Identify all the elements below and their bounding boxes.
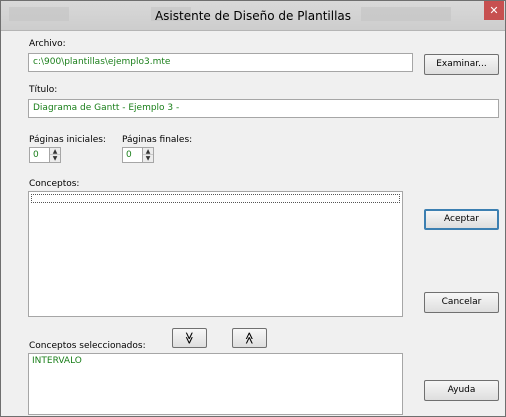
list-item[interactable]: INTERVALO — [29, 354, 402, 368]
aceptar-button[interactable]: Aceptar — [424, 209, 499, 230]
titulo-field[interactable]: Diagrama de Gantt - Ejemplo 3 - — [28, 99, 499, 118]
template-wizard-dialog: Asistente de Diseño de Plantillas ✕ Arch… — [0, 0, 506, 417]
window-title: Asistente de Diseño de Plantillas — [154, 9, 352, 23]
move-down-button[interactable]: ≫ — [172, 328, 207, 348]
paginas-iniciales-stepper[interactable]: 0 ▲ ▼ — [29, 147, 61, 163]
focus-rect — [31, 194, 400, 203]
archivo-field[interactable]: c:\900\plantillas\ejemplo3.mte — [28, 53, 413, 72]
cancelar-button[interactable]: Cancelar — [424, 292, 499, 313]
archivo-label: Archivo: — [29, 39, 66, 49]
ayuda-button[interactable]: Ayuda — [424, 380, 499, 401]
stepper-down-icon[interactable]: ▼ — [143, 155, 153, 162]
move-up-button[interactable]: ≪ — [232, 328, 267, 348]
titulo-label: Título: — [29, 85, 58, 95]
stepper-down-icon[interactable]: ▼ — [50, 155, 60, 162]
title-bar[interactable]: Asistente de Diseño de Plantillas ✕ — [1, 1, 505, 31]
stepper-up-icon[interactable]: ▲ — [143, 148, 153, 155]
conceptos-label: Conceptos: — [29, 179, 80, 189]
paginas-iniciales-label: Páginas iniciales: — [29, 135, 106, 145]
paginas-finales-value: 0 — [126, 150, 132, 160]
paginas-iniciales-value: 0 — [33, 150, 39, 160]
examinar-button[interactable]: Examinar... — [424, 54, 499, 75]
paginas-finales-stepper[interactable]: 0 ▲ ▼ — [122, 147, 154, 163]
conceptos-seleccionados-list[interactable]: INTERVALO — [28, 353, 403, 415]
stepper-arrows[interactable]: ▲ ▼ — [142, 148, 153, 162]
stepper-up-icon[interactable]: ▲ — [50, 148, 60, 155]
close-button[interactable]: ✕ — [484, 1, 504, 20]
conceptos-list[interactable] — [28, 191, 403, 317]
stepper-arrows[interactable]: ▲ ▼ — [49, 148, 60, 162]
paginas-finales-label: Páginas finales: — [122, 135, 193, 145]
double-chevron-down-icon: ≫ — [182, 331, 197, 345]
double-chevron-up-icon: ≪ — [242, 331, 257, 345]
conceptos-seleccionados-label: Conceptos seleccionados: — [29, 341, 146, 351]
